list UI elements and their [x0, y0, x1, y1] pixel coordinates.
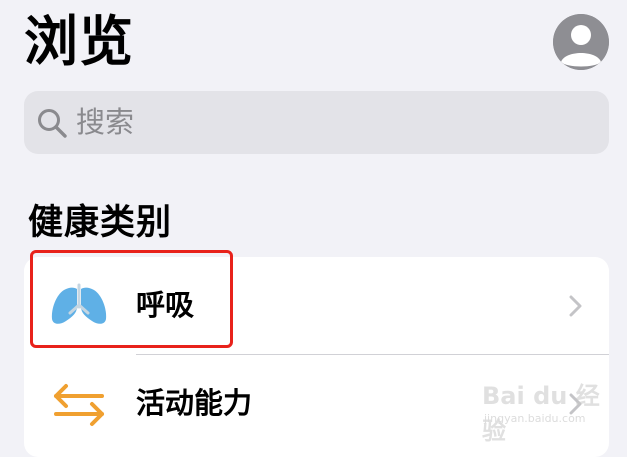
search-icon — [38, 109, 67, 138]
chevron-right-icon — [569, 295, 582, 317]
lungs-icon — [51, 283, 107, 324]
page-title: 浏览 — [24, 10, 134, 73]
watermark-url: jingyan.baidu.com — [484, 412, 586, 425]
watermark: Bai du 经验 jingyan.baidu.com — [478, 374, 618, 445]
person-circle-icon — [553, 14, 609, 70]
arrows-exchange-icon — [54, 384, 104, 426]
avatar[interactable] — [553, 14, 609, 70]
category-label: 呼吸 — [136, 288, 195, 322]
category-item-respiratory[interactable]: 呼吸 — [24, 257, 609, 355]
category-label: 活动能力 — [136, 386, 253, 420]
search-bar[interactable]: 搜索 — [24, 91, 609, 154]
watermark-brand: Bai du 经验 — [482, 382, 600, 445]
section-header: 健康类别 — [28, 203, 173, 243]
search-input[interactable]: 搜索 — [76, 91, 134, 154]
